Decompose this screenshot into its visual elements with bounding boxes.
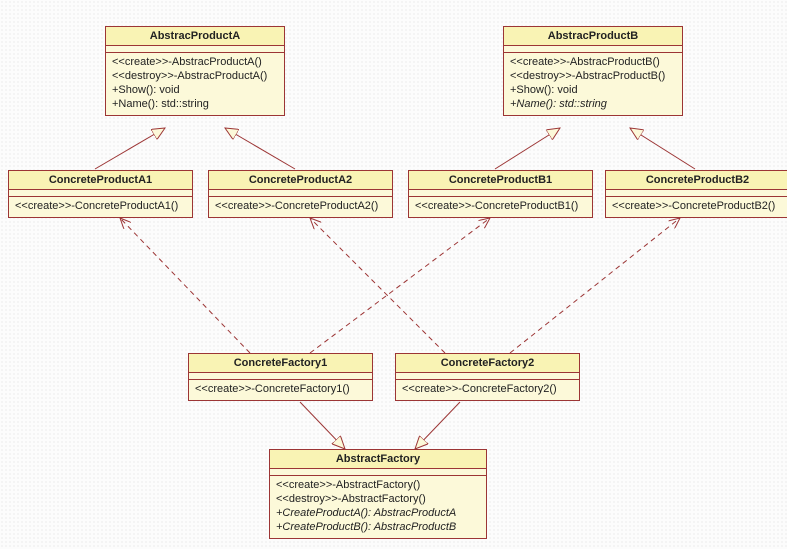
class-title: ConcreteFactory2 bbox=[396, 354, 579, 373]
class-concreteproducta2: ConcreteProductA2 <<create>>-ConcretePro… bbox=[208, 170, 393, 218]
class-concretefactory1: ConcreteFactory1 <<create>>-ConcreteFact… bbox=[188, 353, 373, 401]
class-title: ConcreteProductA2 bbox=[209, 171, 392, 190]
operation: +Show(): void bbox=[510, 83, 676, 97]
operation: <<create>>-AbstracProductA() bbox=[112, 55, 278, 69]
class-title: AbstracProductB bbox=[504, 27, 682, 46]
operation: +Show(): void bbox=[112, 83, 278, 97]
class-operations: <<create>>-ConcreteProductA2() bbox=[209, 197, 392, 217]
class-abstracproductb: AbstracProductB <<create>>-AbstracProduc… bbox=[503, 26, 683, 116]
class-operations: <<create>>-ConcreteProductA1() bbox=[9, 197, 192, 217]
class-operations: <<create>>-AbstracProductB()<<destroy>>-… bbox=[504, 53, 682, 115]
operation: <<create>>-ConcreteProductA2() bbox=[215, 199, 386, 213]
operation: <<create>>-ConcreteProductB2() bbox=[612, 199, 783, 213]
class-operations: <<create>>-ConcreteProductB1() bbox=[409, 197, 592, 217]
operation: <<destroy>>-AbstracProductA() bbox=[112, 69, 278, 83]
class-operations: <<create>>-ConcreteFactory2() bbox=[396, 380, 579, 400]
class-concretefactory2: ConcreteFactory2 <<create>>-ConcreteFact… bbox=[395, 353, 580, 401]
class-title: ConcreteProductA1 bbox=[9, 171, 192, 190]
class-title: ConcreteProductB1 bbox=[409, 171, 592, 190]
operation: +Name(): std::string bbox=[510, 97, 676, 111]
class-concreteproductb2: ConcreteProductB2 <<create>>-ConcretePro… bbox=[605, 170, 787, 218]
class-title: ConcreteProductB2 bbox=[606, 171, 787, 190]
class-operations: <<create>>-AbstractFactory()<<destroy>>-… bbox=[270, 476, 486, 538]
class-operations: <<create>>-ConcreteProductB2() bbox=[606, 197, 787, 217]
class-title: AbstractFactory bbox=[270, 450, 486, 469]
operation: <<create>>-ConcreteProductB1() bbox=[415, 199, 586, 213]
operation: <<create>>-AbstractFactory() bbox=[276, 478, 480, 492]
operation: <<create>>-ConcreteFactory2() bbox=[402, 382, 573, 396]
class-title: ConcreteFactory1 bbox=[189, 354, 372, 373]
operation: +Name(): std::string bbox=[112, 97, 278, 111]
operation: <<destroy>>-AbstracProductB() bbox=[510, 69, 676, 83]
class-operations: <<create>>-AbstracProductA()<<destroy>>-… bbox=[106, 53, 284, 115]
class-concreteproducta1: ConcreteProductA1 <<create>>-ConcretePro… bbox=[8, 170, 193, 218]
operation: <<create>>-ConcreteFactory1() bbox=[195, 382, 366, 396]
class-title: AbstracProductA bbox=[106, 27, 284, 46]
operation: <<create>>-ConcreteProductA1() bbox=[15, 199, 186, 213]
operation: +CreateProductA(): AbstracProductA bbox=[276, 506, 480, 520]
class-operations: <<create>>-ConcreteFactory1() bbox=[189, 380, 372, 400]
operation: <<create>>-AbstracProductB() bbox=[510, 55, 676, 69]
operation: <<destroy>>-AbstractFactory() bbox=[276, 492, 480, 506]
operation: +CreateProductB(): AbstracProductB bbox=[276, 520, 480, 534]
class-concreteproductb1: ConcreteProductB1 <<create>>-ConcretePro… bbox=[408, 170, 593, 218]
class-abstracproducta: AbstracProductA <<create>>-AbstracProduc… bbox=[105, 26, 285, 116]
class-abstractfactory: AbstractFactory <<create>>-AbstractFacto… bbox=[269, 449, 487, 539]
